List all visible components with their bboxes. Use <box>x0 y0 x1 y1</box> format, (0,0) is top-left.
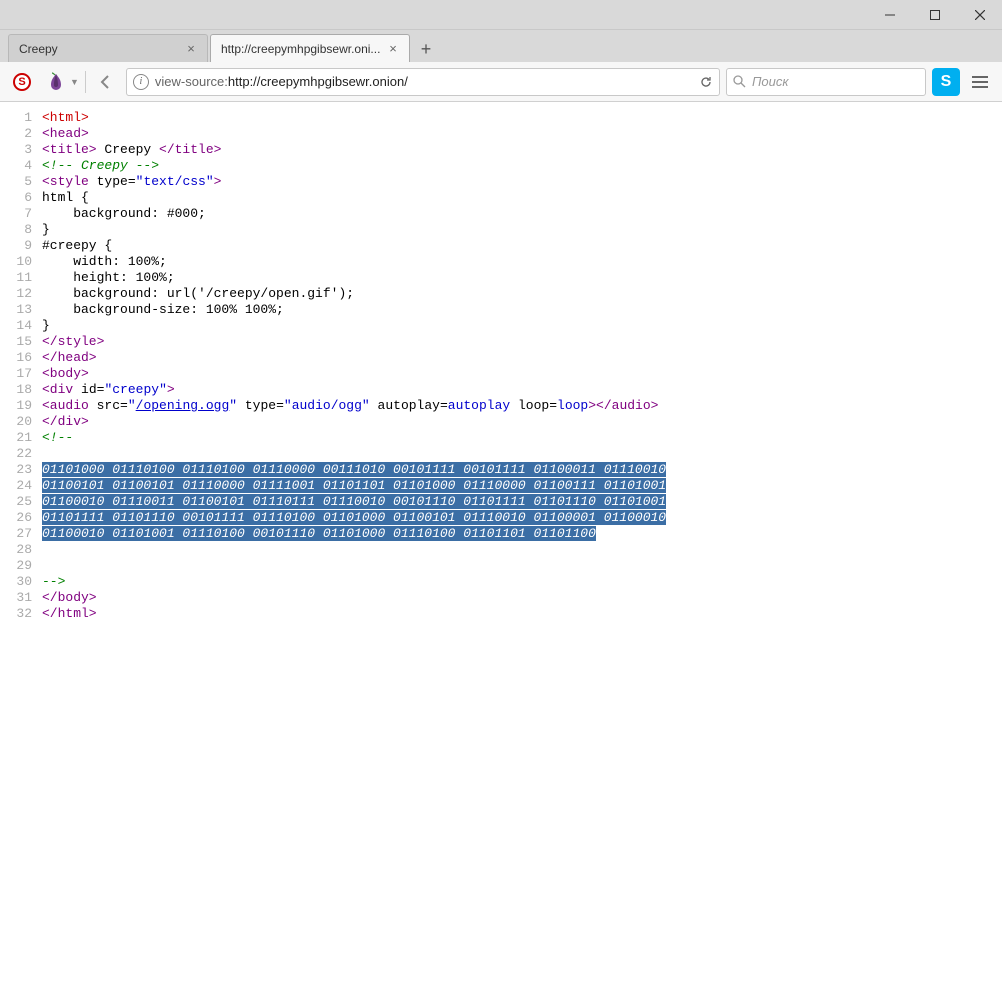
tor-onion-icon[interactable] <box>42 68 70 96</box>
search-bar[interactable]: Поиск <box>726 68 926 96</box>
minimize-button[interactable] <box>867 0 912 30</box>
code-token: </audio> <box>596 398 658 413</box>
skype-icon[interactable]: S <box>932 68 960 96</box>
code-token: <html> <box>42 110 89 125</box>
code-token: } <box>42 318 50 333</box>
selected-text: 01100010 01110011 01100101 01110111 0111… <box>42 494 666 509</box>
code-token: </style> <box>42 334 104 349</box>
search-placeholder: Поиск <box>752 74 789 89</box>
code-token: </body> <box>42 590 97 605</box>
code-token: > <box>167 382 175 397</box>
code-token: </head> <box>42 350 97 365</box>
close-icon[interactable]: × <box>385 41 401 57</box>
code-token: " <box>284 398 292 413</box>
code-token: id= <box>73 382 104 397</box>
code-token: type= <box>89 174 136 189</box>
tab-strip: Creepy × http://creepymhpgibsewr.oni... … <box>0 30 1002 62</box>
code-token: " <box>128 398 136 413</box>
code-token: " <box>229 398 237 413</box>
code-token: loop <box>510 398 549 413</box>
code-link[interactable]: /opening.ogg <box>136 398 230 413</box>
dropdown-icon[interactable]: ▼ <box>70 77 79 87</box>
url-text: view-source:http://creepymhpgibsewr.onio… <box>155 74 693 89</box>
code-token: creepy <box>112 382 159 397</box>
code-token: > <box>214 174 222 189</box>
code-token: > <box>588 398 596 413</box>
source-view[interactable]: 1<html> 2<head> 3<title> Creepy </title>… <box>0 102 1002 630</box>
code-token: autoplay <box>370 398 440 413</box>
selected-text: 01101000 01110100 01110100 01110000 0011… <box>42 462 666 477</box>
code-token: --> <box>42 574 65 589</box>
code-token: </div> <box>42 414 89 429</box>
code-token: <body> <box>42 366 89 381</box>
code-token: height: 100%; <box>42 270 175 285</box>
code-token: background: url('/creepy/open.gif'); <box>42 286 354 301</box>
info-icon[interactable]: i <box>133 74 149 90</box>
menu-button[interactable] <box>966 68 994 96</box>
selected-text: 01101111 01101110 00101111 01110100 0110… <box>42 510 666 525</box>
code-token: autoplay <box>448 398 510 413</box>
code-token: Creepy <box>97 142 159 157</box>
search-icon <box>733 75 746 88</box>
tab-label: http://creepymhpgibsewr.oni... <box>221 42 381 56</box>
code-token: type= <box>237 398 284 413</box>
code-token: width: 100%; <box>42 254 167 269</box>
code-token: html { <box>42 190 89 205</box>
selected-text: 01100101 01100101 01110000 01111001 0110… <box>42 478 666 493</box>
code-token: <style <box>42 174 89 189</box>
code-token: audio/ogg <box>292 398 362 413</box>
code-token: </html> <box>42 606 97 621</box>
code-token: <head> <box>42 126 89 141</box>
code-token: text/css <box>143 174 205 189</box>
code-token: " <box>206 174 214 189</box>
code-token: <!-- Creepy --> <box>42 158 159 173</box>
url-bar[interactable]: i view-source:http://creepymhpgibsewr.on… <box>126 68 720 96</box>
code-token: = <box>549 398 557 413</box>
tab-creepy[interactable]: Creepy × <box>8 34 208 62</box>
code-token: #creepy { <box>42 238 112 253</box>
toolbar: S ▼ i view-source:http://creepymhpgibsew… <box>0 62 1002 102</box>
close-button[interactable] <box>957 0 1002 30</box>
code-token: <audio <box>42 398 89 413</box>
code-token: <title> <box>42 142 97 157</box>
code-token: } <box>42 222 50 237</box>
tab-label: Creepy <box>19 42 179 56</box>
window-titlebar <box>0 0 1002 30</box>
code-token: " <box>159 382 167 397</box>
code-token: loop <box>557 398 588 413</box>
code-token: </title> <box>159 142 221 157</box>
maximize-button[interactable] <box>912 0 957 30</box>
code-token: src= <box>89 398 128 413</box>
selected-text: 01100010 01101001 01110100 00101110 0110… <box>42 526 596 541</box>
code-token: = <box>440 398 448 413</box>
close-icon[interactable]: × <box>183 41 199 57</box>
code-token: background-size: 100% 100%; <box>42 302 284 317</box>
tab-viewsource[interactable]: http://creepymhpgibsewr.oni... × <box>210 34 410 62</box>
reload-icon[interactable] <box>699 75 713 89</box>
separator <box>85 71 86 93</box>
code-token: background: #000; <box>42 206 206 221</box>
code-token: " <box>362 398 370 413</box>
new-tab-button[interactable]: + <box>412 36 440 62</box>
noscript-icon[interactable]: S <box>8 68 36 96</box>
back-button[interactable] <box>92 68 120 96</box>
code-token: <!-- <box>42 430 73 445</box>
code-token: <div <box>42 382 73 397</box>
